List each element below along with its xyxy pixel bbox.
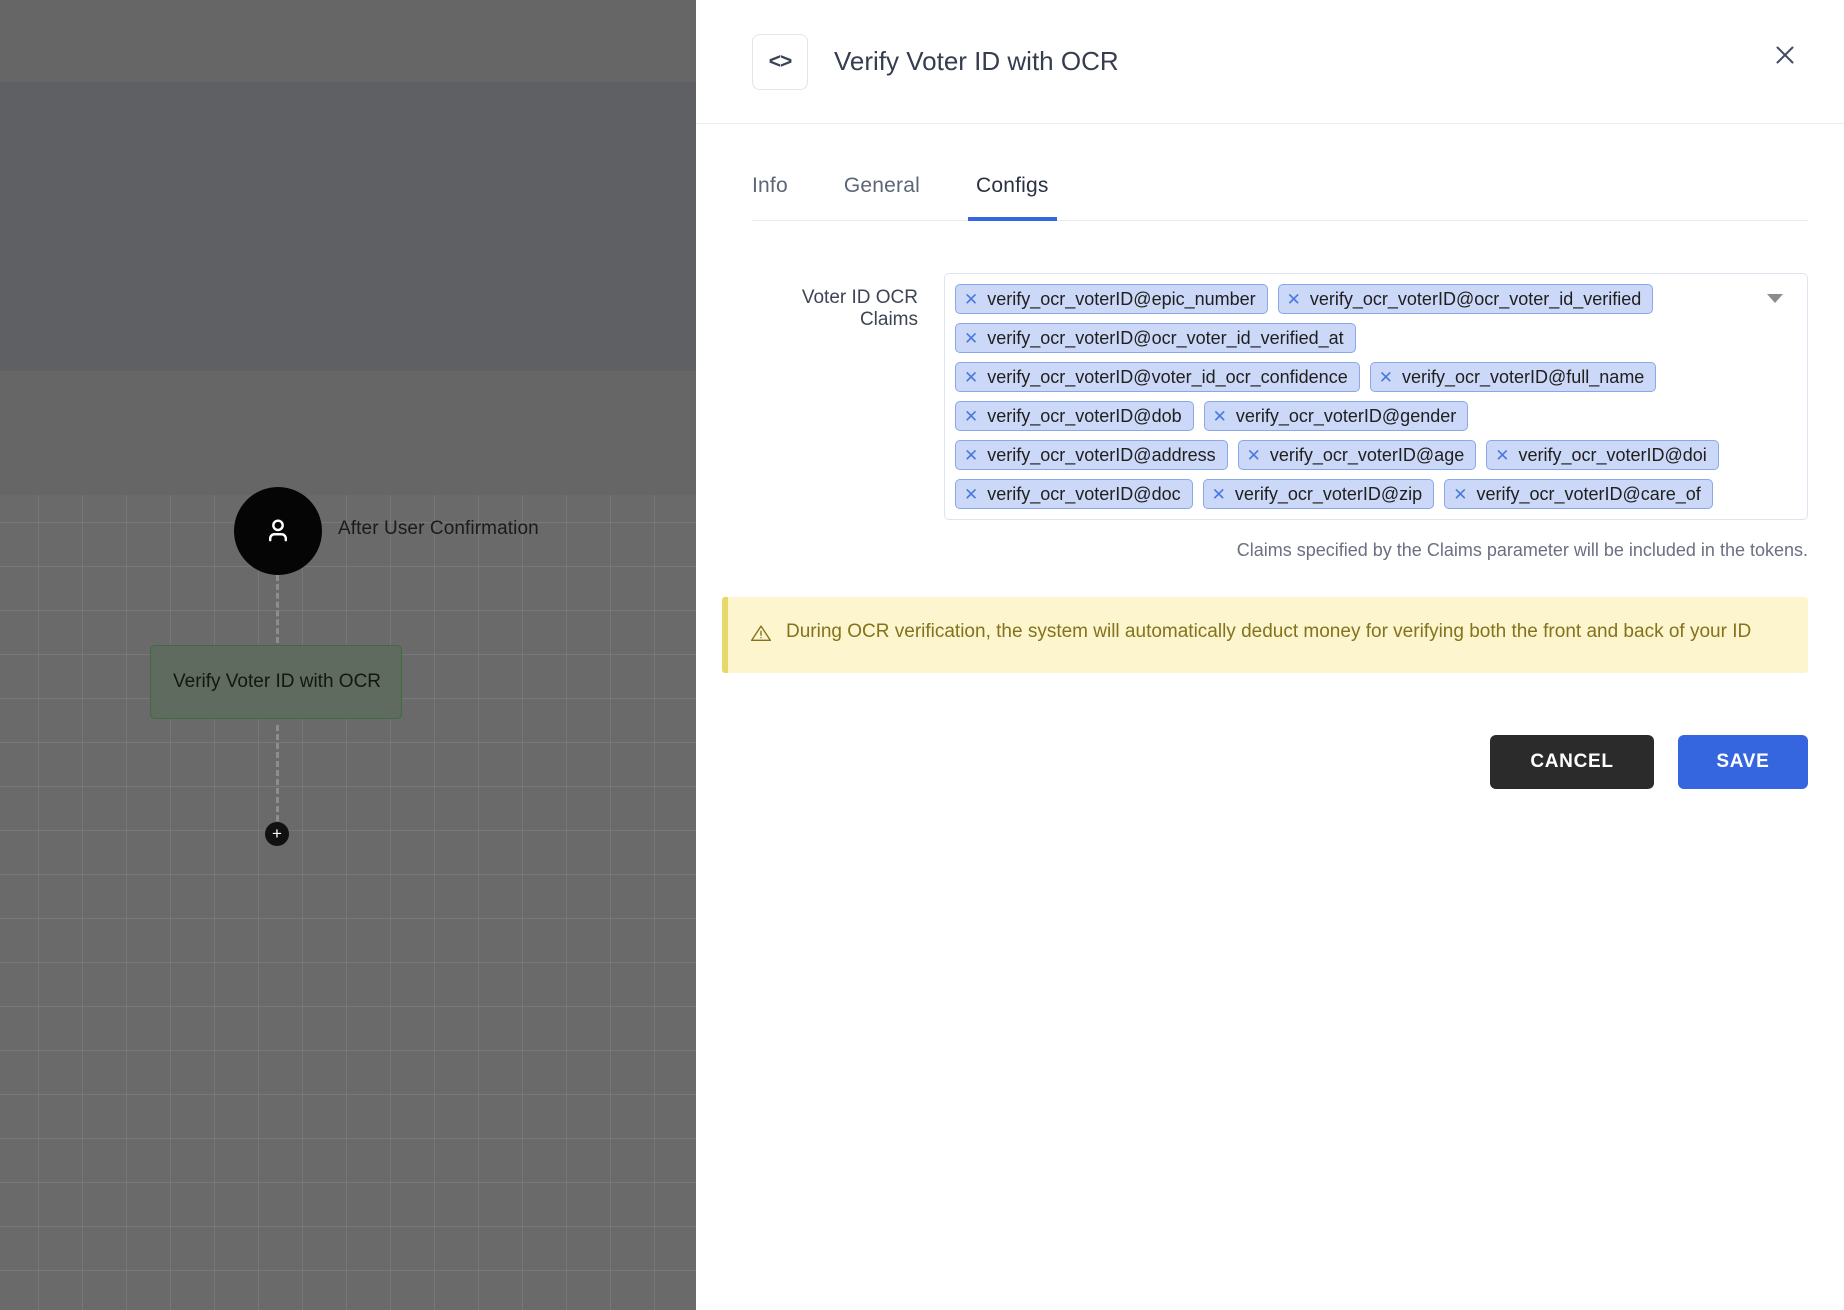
canvas-grid bbox=[0, 495, 696, 1310]
chip-remove-icon[interactable]: ✕ bbox=[1287, 291, 1301, 308]
claim-chip[interactable]: ✕ verify_ocr_voterID@gender bbox=[1203, 401, 1469, 431]
user-node-label: After User Confirmation bbox=[338, 518, 539, 539]
claims-chip-list: ✕ verify_ocr_voterID@epic_number ✕ verify_o… bbox=[955, 284, 1747, 509]
claim-chip[interactable]: ✕ verify_ocr_voterID@address bbox=[955, 440, 1228, 470]
flow-edge-upper bbox=[276, 575, 279, 643]
chip-remove-icon[interactable]: ✕ bbox=[1453, 486, 1467, 503]
claim-chip[interactable]: ✕ verify_ocr_voterID@dob bbox=[955, 401, 1194, 431]
chip-label: verify_ocr_voterID@doi bbox=[1518, 444, 1707, 465]
close-button[interactable] bbox=[1762, 34, 1808, 80]
flow-node-label: Verify Voter ID with OCR bbox=[173, 671, 382, 692]
chip-label: verify_ocr_voterID@gender bbox=[1235, 405, 1457, 426]
chip-label: verify_ocr_voterID@epic_number bbox=[987, 288, 1256, 309]
flow-edge-lower bbox=[276, 725, 279, 821]
claim-chip[interactable]: ✕ verify_ocr_voterID@ocr_voter_id_verifie… bbox=[1277, 284, 1654, 314]
code-brackets-glyph: <> bbox=[768, 49, 793, 73]
chip-remove-icon[interactable]: ✕ bbox=[1379, 369, 1393, 386]
claim-chip[interactable]: ✕ verify_ocr_voterID@full_name bbox=[1369, 362, 1657, 392]
chip-label: verify_ocr_voterID@address bbox=[987, 444, 1216, 465]
chip-remove-icon[interactable]: ✕ bbox=[964, 291, 978, 308]
ocr-warning-text: During OCR verification, the system will… bbox=[786, 621, 1752, 642]
chip-label: verify_ocr_voterID@full_name bbox=[1401, 366, 1645, 387]
save-button[interactable]: SAVE bbox=[1678, 735, 1808, 789]
canvas-band-lower bbox=[0, 371, 696, 495]
claim-chip[interactable]: ✕ verify_ocr_voterID@voter_id_ocr_confide… bbox=[955, 362, 1360, 392]
chip-label: verify_ocr_voterID@ocr_voter_id_verified bbox=[1309, 288, 1642, 309]
warning-triangle-icon bbox=[750, 622, 772, 649]
claims-form-row: Voter ID OCR Claims ✕ verify_ocr_voterID@… bbox=[696, 221, 1844, 561]
chip-remove-icon[interactable]: ✕ bbox=[964, 369, 978, 386]
ocr-warning-alert: During OCR verification, the system will… bbox=[722, 597, 1808, 673]
tab-info[interactable]: Info bbox=[752, 174, 788, 220]
page-title: Verify Voter ID with OCR bbox=[834, 46, 1119, 76]
config-drawer: <> Verify Voter ID with OCR Info General… bbox=[696, 0, 1844, 1310]
claims-field-label: Voter ID OCR Claims bbox=[801, 287, 918, 330]
chip-label: verify_ocr_voterID@age bbox=[1269, 444, 1465, 465]
user-node-avatar[interactable] bbox=[234, 487, 322, 575]
claim-chip[interactable]: ✕ verify_ocr_voterID@age bbox=[1237, 440, 1477, 470]
chip-remove-icon[interactable]: ✕ bbox=[964, 408, 978, 425]
chip-remove-icon[interactable]: ✕ bbox=[964, 486, 978, 503]
claims-field-column: ✕ verify_ocr_voterID@epic_number ✕ verify_o… bbox=[944, 273, 1808, 561]
chip-label: verify_ocr_voterID@dob bbox=[987, 405, 1182, 426]
flow-node-verify-voter-id[interactable]: Verify Voter ID with OCR bbox=[150, 645, 402, 719]
claim-chip[interactable]: ✕ verify_ocr_voterID@epic_number bbox=[955, 284, 1268, 314]
chevron-down-icon[interactable] bbox=[1767, 294, 1783, 303]
chip-remove-icon[interactable]: ✕ bbox=[964, 447, 978, 464]
chip-remove-icon[interactable]: ✕ bbox=[1247, 447, 1261, 464]
canvas-band-top bbox=[0, 0, 696, 82]
cancel-button[interactable]: CANCEL bbox=[1490, 735, 1654, 789]
chip-remove-icon[interactable]: ✕ bbox=[1212, 486, 1226, 503]
chip-remove-icon[interactable]: ✕ bbox=[1213, 408, 1227, 425]
canvas-band-middle bbox=[0, 82, 696, 371]
close-icon bbox=[1770, 40, 1800, 75]
claim-chip[interactable]: ✕ verify_ocr_voterID@doc bbox=[955, 479, 1193, 509]
drawer-header: <> Verify Voter ID with OCR bbox=[696, 0, 1844, 124]
tab-general[interactable]: General bbox=[844, 174, 920, 220]
chip-remove-icon[interactable]: ✕ bbox=[1495, 447, 1509, 464]
drawer-tabs: Info General Configs bbox=[752, 124, 1808, 221]
plus-icon: + bbox=[272, 824, 282, 843]
claim-chip[interactable]: ✕ verify_ocr_voterID@zip bbox=[1202, 479, 1435, 509]
tab-configs[interactable]: Configs bbox=[967, 174, 1057, 221]
flow-canvas[interactable]: After User Confirmation Verify Voter ID … bbox=[0, 0, 696, 1310]
chip-label: verify_ocr_voterID@care_of bbox=[1476, 483, 1701, 504]
code-brackets-icon: <> bbox=[752, 33, 808, 90]
chip-label: verify_ocr_voterID@doc bbox=[987, 483, 1181, 504]
chip-remove-icon[interactable]: ✕ bbox=[964, 330, 978, 347]
drawer-footer: CANCEL SAVE bbox=[696, 673, 1844, 789]
person-icon bbox=[261, 514, 295, 548]
chip-label: verify_ocr_voterID@voter_id_ocr_confiden… bbox=[987, 366, 1348, 387]
claim-chip[interactable]: ✕ verify_ocr_voterID@doi bbox=[1486, 440, 1719, 470]
claims-helper-text: Claims specified by the Claims parameter… bbox=[1236, 540, 1808, 560]
chip-label: verify_ocr_voterID@ocr_voter_id_verified… bbox=[987, 327, 1344, 348]
chip-label: verify_ocr_voterID@zip bbox=[1234, 483, 1423, 504]
claim-chip[interactable]: ✕ verify_ocr_voterID@care_of bbox=[1444, 479, 1713, 509]
claim-chip[interactable]: ✕ verify_ocr_voterID@ocr_voter_id_verifie… bbox=[955, 323, 1356, 353]
add-node-button[interactable]: + bbox=[265, 822, 289, 846]
claims-multiselect[interactable]: ✕ verify_ocr_voterID@epic_number ✕ verify_o… bbox=[944, 273, 1808, 520]
